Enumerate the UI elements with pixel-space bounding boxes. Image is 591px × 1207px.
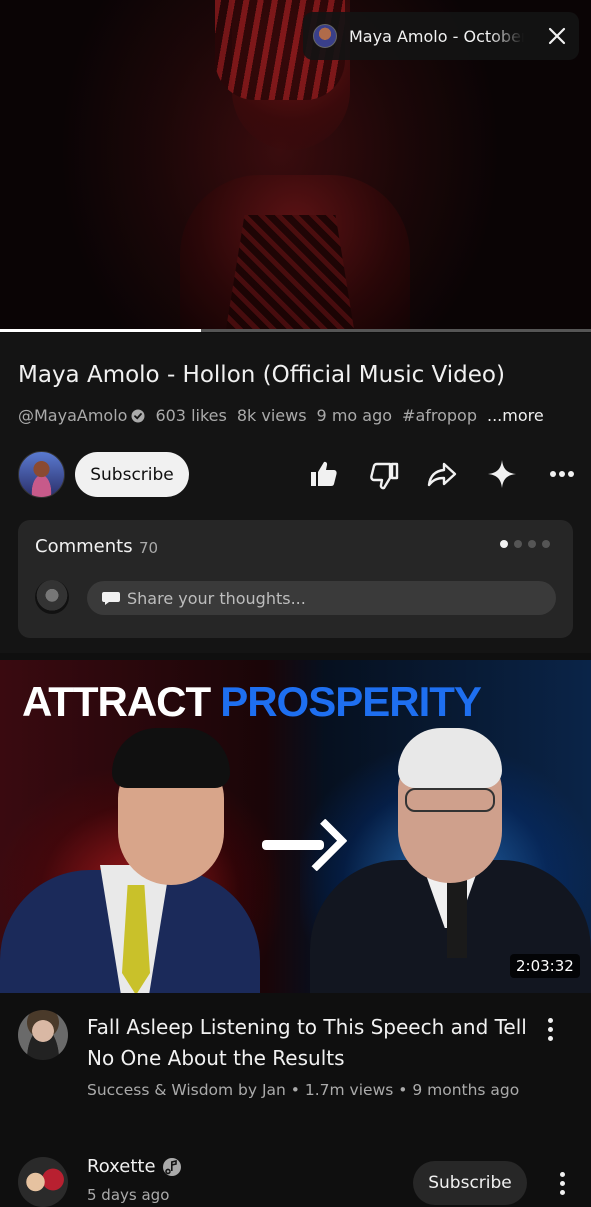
mini-player-title: Maya Amolo - October (349, 26, 524, 46)
thumbnail-left-person-hair (112, 728, 230, 788)
channel-handle[interactable]: @MayaAmolo (18, 406, 127, 425)
thumbs-down-icon[interactable] (367, 458, 403, 494)
next-channel-name[interactable]: Roxette (87, 1156, 156, 1177)
view-count: 8k views (236, 406, 307, 425)
thumbnail-right-person-glasses (405, 788, 495, 812)
kebab-menu-icon[interactable] (540, 1014, 560, 1044)
thumbnail-right-person-hair (398, 728, 502, 788)
more-icon[interactable] (544, 456, 580, 492)
music-note-icon (162, 1157, 181, 1176)
subscribe-button[interactable]: Subscribe (75, 452, 189, 497)
comment-placeholder: Share your thoughts... (127, 588, 306, 608)
upload-age: 9 mo ago (316, 406, 393, 425)
comments-count: 70 (139, 539, 159, 557)
thumbnail-heading-word-2: PROSPERITY (220, 678, 482, 725)
next-subscribe-button[interactable]: Subscribe (413, 1161, 527, 1205)
thumbs-up-icon[interactable] (305, 456, 341, 492)
user-avatar (35, 580, 69, 614)
mini-player-avatar (313, 24, 337, 48)
page-indicator-dot (542, 540, 550, 548)
recommended-thumbnail[interactable]: ATTRACT PROSPERITY (0, 660, 591, 993)
thumbnail-heading: ATTRACT PROSPERITY (22, 678, 482, 726)
close-icon[interactable] (542, 21, 572, 51)
verified-icon (131, 409, 145, 422)
comment-input[interactable]: Share your thoughts... (87, 581, 556, 615)
recommended-video-meta: Success & Wisdom by Jan • 1.7m views • 9… (87, 1081, 520, 1099)
comment-bubble-icon (102, 592, 120, 605)
duration-badge: 2:03:32 (510, 954, 580, 978)
recommended-video-title[interactable]: Fall Asleep Listening to This Speech and… (87, 1012, 527, 1074)
thumbnail-heading-word-1: ATTRACT (22, 678, 211, 725)
hashtag-link[interactable]: #afropop (402, 406, 477, 425)
thumbnail-right-person-tie (447, 878, 467, 958)
page-indicator-dot (528, 540, 536, 548)
video-player[interactable]: Maya Amolo - October (0, 0, 591, 330)
like-count: 603 likes (155, 406, 227, 425)
next-channel-name-row[interactable]: Roxette (87, 1156, 182, 1177)
video-meta-row[interactable]: @MayaAmolo 603 likes 8k views 9 mo ago #… (18, 406, 554, 425)
page-indicator-dot (500, 540, 508, 548)
video-title[interactable]: Maya Amolo - Hollon (Official Music Vide… (18, 362, 505, 388)
video-frame-figure-top (225, 215, 355, 330)
recommended-channel-avatar[interactable] (18, 1010, 68, 1060)
comments-page-indicator (500, 540, 550, 548)
more-link[interactable]: ...more (487, 406, 544, 425)
mini-player-chip[interactable]: Maya Amolo - October (303, 12, 579, 60)
share-icon[interactable] (424, 456, 460, 492)
playback-progress-bar[interactable] (0, 329, 591, 332)
sparkle-icon[interactable] (484, 456, 520, 492)
channel-avatar[interactable] (18, 451, 65, 498)
next-kebab-menu-icon[interactable] (552, 1168, 572, 1198)
comments-label: Comments (35, 536, 133, 557)
playback-progress-fill (0, 329, 201, 332)
next-channel-subtitle: 5 days ago (87, 1186, 170, 1204)
page-indicator-dot (514, 540, 522, 548)
